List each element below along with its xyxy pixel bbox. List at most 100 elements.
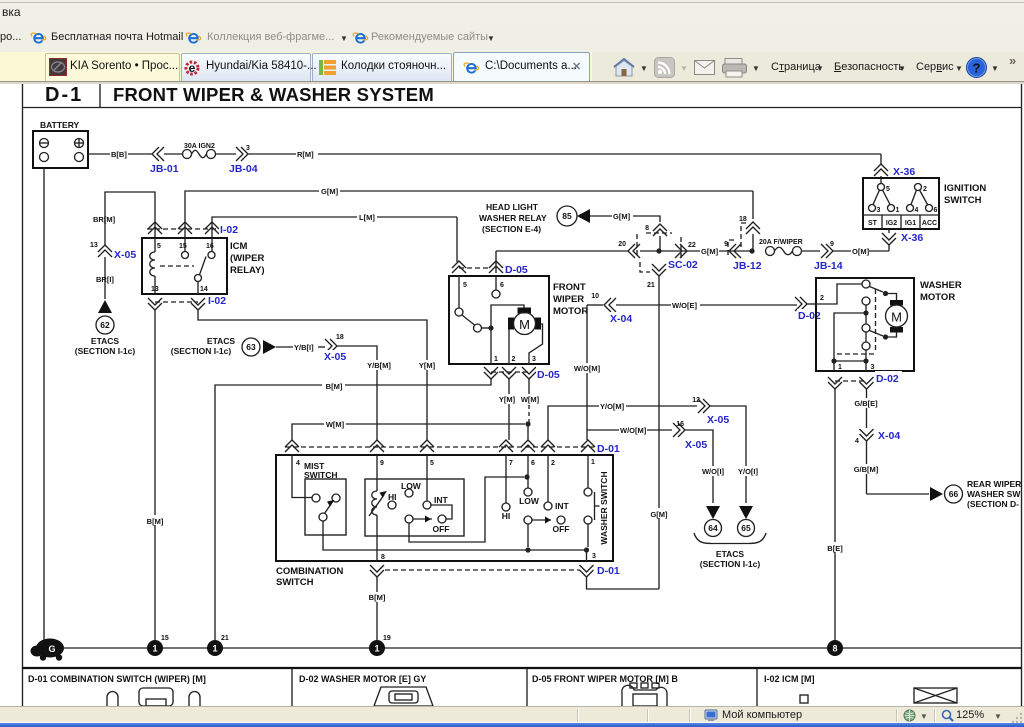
- svg-text:19: 19: [383, 635, 391, 642]
- svg-text:D-01 COMBINATION SWITCH (WIPER: D-01 COMBINATION SWITCH (WIPER) [M]: [28, 674, 206, 684]
- svg-text:W[M]: W[M]: [326, 420, 345, 429]
- svg-text:1: 1: [494, 356, 498, 363]
- svg-text:FRONT WIPER & WASHER SYSTEM: FRONT WIPER & WASHER SYSTEM: [113, 84, 434, 105]
- svg-text:8: 8: [645, 225, 649, 232]
- svg-text:1: 1: [212, 643, 217, 653]
- svg-text:Y/B[M]: Y/B[M]: [367, 361, 391, 370]
- svg-text:2: 2: [551, 460, 555, 467]
- svg-text:G[M]: G[M]: [613, 212, 631, 221]
- svg-text:15: 15: [179, 243, 187, 250]
- svg-text:e: e: [189, 61, 196, 75]
- svg-text:JB-12: JB-12: [733, 260, 762, 272]
- svg-text:D-05: D-05: [505, 264, 528, 276]
- svg-text:ICM: ICM: [230, 241, 248, 252]
- svg-text:18: 18: [336, 334, 344, 341]
- svg-text:G[M]: G[M]: [321, 187, 339, 196]
- svg-text:D-02 WASHER MOTOR [E] GY: D-02 WASHER MOTOR [E] GY: [299, 674, 426, 684]
- svg-text:BR[I]: BR[I]: [96, 275, 114, 284]
- svg-text:X-36: X-36: [893, 166, 915, 178]
- svg-text:D-05: D-05: [537, 369, 560, 381]
- svg-text:HEAD LIGHT: HEAD LIGHT: [486, 202, 539, 212]
- svg-text:M: M: [519, 317, 530, 332]
- svg-text:Y[M]: Y[M]: [419, 361, 436, 370]
- svg-text:COMBINATION: COMBINATION: [276, 566, 344, 577]
- svg-text:WASHER: WASHER: [920, 280, 962, 291]
- svg-text:(SECTION E-4): (SECTION E-4): [482, 224, 541, 234]
- svg-text:6: 6: [934, 207, 938, 214]
- svg-text:M: M: [891, 310, 902, 325]
- svg-text:14: 14: [200, 286, 208, 293]
- svg-text:IG2: IG2: [886, 220, 897, 227]
- svg-text:OFF: OFF: [433, 524, 450, 534]
- svg-text:8: 8: [381, 554, 385, 561]
- svg-text:9: 9: [830, 241, 834, 248]
- svg-text:3: 3: [532, 356, 536, 363]
- svg-text:1: 1: [838, 364, 842, 371]
- svg-text:B[E]: B[E]: [827, 544, 843, 553]
- svg-text:20A F/WIPER: 20A F/WIPER: [759, 239, 803, 246]
- svg-text:ETACS: ETACS: [91, 336, 120, 346]
- svg-text:SWITCH: SWITCH: [276, 577, 314, 588]
- svg-text:(SECTION I-1c): (SECTION I-1c): [75, 346, 136, 356]
- svg-text:3: 3: [592, 553, 596, 560]
- svg-text:64: 64: [708, 523, 718, 533]
- svg-text:7: 7: [509, 460, 513, 467]
- svg-text:16: 16: [676, 421, 684, 428]
- svg-text:D-01: D-01: [597, 443, 620, 455]
- svg-text:B[B]: B[B]: [111, 150, 127, 159]
- svg-text:WASHER SW: WASHER SW: [967, 489, 1021, 499]
- svg-text:SC-02: SC-02: [668, 259, 698, 271]
- svg-text:D-1: D-1: [45, 84, 83, 106]
- svg-text:5: 5: [430, 460, 434, 467]
- svg-text:D-01: D-01: [597, 565, 620, 577]
- svg-text:12: 12: [692, 397, 700, 404]
- svg-text:WASHER SWITCH: WASHER SWITCH: [599, 471, 609, 544]
- svg-text:?: ?: [973, 61, 981, 76]
- svg-text:W/O[M]: W/O[M]: [574, 364, 601, 373]
- svg-text:X-05: X-05: [324, 351, 346, 363]
- svg-text:G[M]: G[M]: [701, 247, 719, 256]
- svg-text:I-02 ICM [M]: I-02 ICM [M]: [764, 674, 815, 684]
- svg-text:B[M]: B[M]: [369, 593, 386, 602]
- svg-text:G: G: [48, 644, 55, 654]
- svg-text:Y[M]: Y[M]: [499, 395, 516, 404]
- svg-text:FRONT: FRONT: [553, 282, 586, 293]
- svg-text:ETACS: ETACS: [716, 549, 745, 559]
- svg-text:18: 18: [739, 216, 747, 223]
- svg-text:(SECTION I-1c): (SECTION I-1c): [171, 346, 232, 356]
- svg-text:15: 15: [161, 635, 169, 642]
- svg-text:6: 6: [500, 282, 504, 289]
- svg-text:4: 4: [855, 438, 859, 445]
- svg-text:20: 20: [618, 241, 626, 248]
- svg-text:1: 1: [896, 207, 900, 214]
- svg-text:85: 85: [562, 211, 572, 221]
- svg-text:Y/O[M]: Y/O[M]: [600, 402, 625, 411]
- svg-text:X-36: X-36: [901, 232, 923, 244]
- svg-text:B[M]: B[M]: [147, 517, 164, 526]
- svg-text:10: 10: [591, 293, 599, 300]
- svg-text:63: 63: [246, 342, 256, 352]
- svg-text:(SECTION I-1c): (SECTION I-1c): [700, 559, 761, 569]
- svg-text:2: 2: [923, 186, 927, 193]
- svg-text:L[M]: L[M]: [359, 213, 375, 222]
- svg-text:1: 1: [152, 643, 157, 653]
- svg-text:HI: HI: [502, 511, 511, 521]
- svg-text:ETACS: ETACS: [207, 336, 236, 346]
- svg-text:8: 8: [832, 643, 837, 653]
- svg-text:G/B[M]: G/B[M]: [854, 465, 879, 474]
- svg-text:3: 3: [246, 145, 250, 152]
- svg-text:W/O[M]: W/O[M]: [620, 426, 647, 435]
- svg-text:W/O[I]: W/O[I]: [702, 467, 725, 476]
- svg-text:WASHER RELAY: WASHER RELAY: [479, 213, 547, 223]
- svg-text:REAR WIPER: REAR WIPER: [967, 479, 1021, 489]
- svg-text:IGNITION: IGNITION: [944, 183, 986, 194]
- svg-text:INT: INT: [555, 501, 570, 511]
- svg-text:9: 9: [380, 460, 384, 467]
- svg-text:66: 66: [949, 489, 959, 499]
- svg-text:G/B[E]: G/B[E]: [854, 399, 878, 408]
- svg-text:3: 3: [871, 364, 875, 371]
- svg-text:3: 3: [877, 207, 881, 214]
- svg-text:21: 21: [647, 282, 655, 289]
- svg-text:X-04: X-04: [610, 313, 632, 325]
- svg-text:D-02: D-02: [876, 373, 899, 385]
